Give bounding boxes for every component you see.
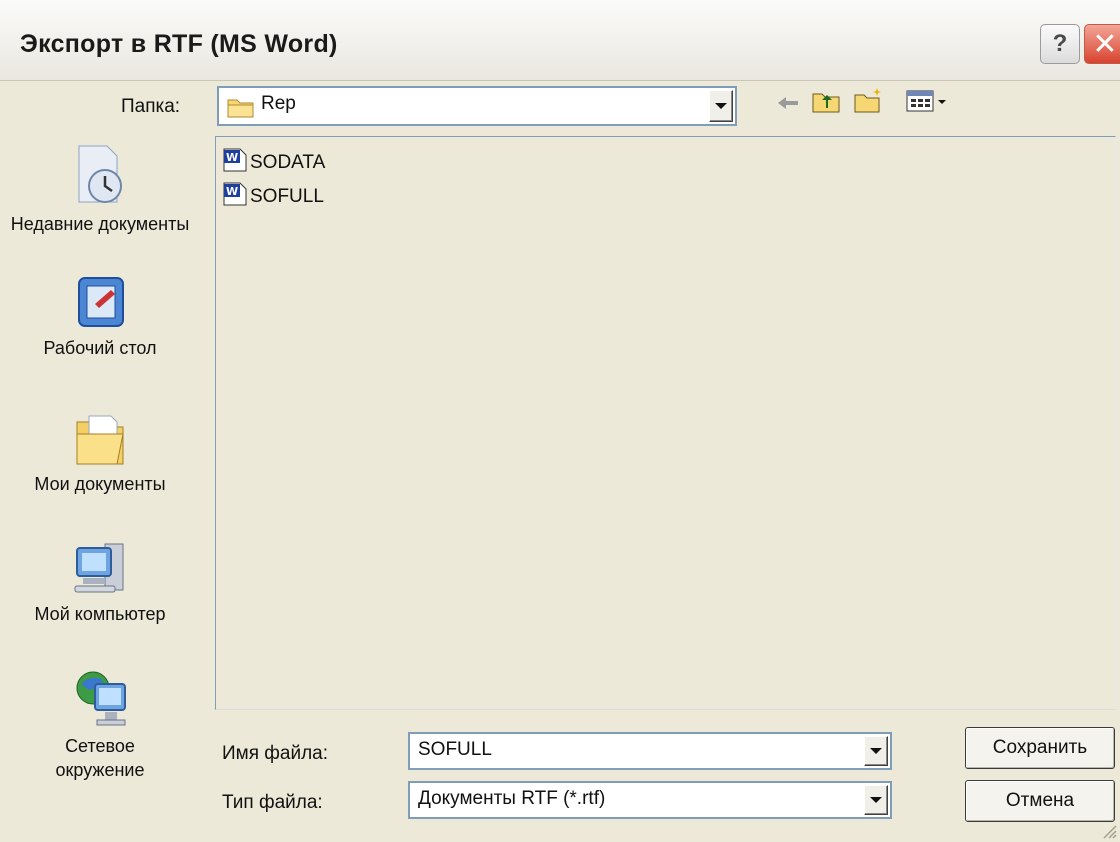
svg-text:W: W bbox=[226, 185, 238, 198]
list-item[interactable]: W SODATA bbox=[222, 147, 325, 178]
filetype-label: Тип файла: bbox=[222, 792, 323, 813]
cancel-button[interactable]: Отмена bbox=[965, 780, 1115, 822]
chevron-down-icon bbox=[870, 797, 882, 803]
filename-value: SOFULL bbox=[418, 739, 492, 760]
filename-dropdown-button[interactable] bbox=[864, 736, 888, 766]
places-bar: Недавние документы Рабочий стол Мои доку… bbox=[0, 136, 200, 842]
title-bar[interactable]: Экспорт в RTF (MS Word) ? ✕ bbox=[0, 0, 1120, 81]
svg-text:W: W bbox=[226, 151, 238, 164]
filetype-dropdown-button[interactable] bbox=[864, 785, 888, 815]
help-button[interactable]: ? bbox=[1040, 24, 1080, 64]
place-label: Сетевое окружение bbox=[55, 736, 145, 780]
my-computer-icon bbox=[0, 538, 200, 598]
file-list[interactable]: W SODATA W SOFULL bbox=[215, 136, 1116, 710]
network-places-icon bbox=[0, 666, 200, 730]
filename-label: Имя файла: bbox=[222, 743, 329, 764]
folder-value: Rep bbox=[261, 93, 296, 114]
place-my-documents[interactable]: Мои документы bbox=[0, 406, 200, 496]
export-rtf-dialog: Экспорт в RTF (MS Word) ? ✕ Папка: Rep Н… bbox=[0, 0, 1120, 842]
word-document-icon: W bbox=[222, 181, 248, 212]
list-item[interactable]: W SOFULL bbox=[222, 181, 324, 212]
place-label: Рабочий стол bbox=[43, 338, 157, 358]
save-button[interactable]: Сохранить bbox=[965, 727, 1115, 769]
place-label: Мой компьютер bbox=[34, 604, 166, 624]
folder-select[interactable]: Rep bbox=[217, 86, 737, 126]
word-document-icon: W bbox=[222, 147, 248, 178]
folder-dropdown-button[interactable] bbox=[709, 90, 733, 122]
chevron-down-icon bbox=[870, 748, 882, 754]
place-label: Мои документы bbox=[34, 474, 166, 494]
window-title: Экспорт в RTF (MS Word) bbox=[20, 30, 338, 58]
up-one-level-icon[interactable] bbox=[811, 88, 841, 119]
folder-icon bbox=[227, 95, 255, 124]
close-button[interactable]: ✕ bbox=[1084, 24, 1120, 64]
folder-label: Папка: bbox=[121, 96, 181, 117]
place-desktop[interactable]: Рабочий стол bbox=[0, 274, 200, 360]
file-name: SOFULL bbox=[250, 185, 324, 207]
desktop-icon bbox=[0, 274, 200, 332]
filetype-value: Документы RTF (*.rtf) bbox=[418, 788, 606, 809]
chevron-down-icon bbox=[715, 103, 727, 109]
recent-documents-icon bbox=[0, 142, 200, 208]
filetype-select[interactable]: Документы RTF (*.rtf) bbox=[408, 781, 892, 819]
place-network[interactable]: Сетевое окружение bbox=[0, 666, 200, 782]
resize-grip-icon[interactable] bbox=[1100, 822, 1118, 842]
view-menu-icon[interactable] bbox=[905, 88, 953, 119]
place-my-computer[interactable]: Мой компьютер bbox=[0, 538, 200, 626]
filename-input[interactable]: SOFULL bbox=[408, 732, 892, 770]
my-documents-icon bbox=[0, 406, 200, 468]
back-arrow-icon[interactable] bbox=[776, 92, 802, 119]
new-folder-icon[interactable] bbox=[853, 86, 885, 119]
file-name: SODATA bbox=[250, 151, 326, 173]
place-recent-documents[interactable]: Недавние документы bbox=[0, 142, 200, 236]
place-label: Недавние документы bbox=[10, 214, 190, 234]
